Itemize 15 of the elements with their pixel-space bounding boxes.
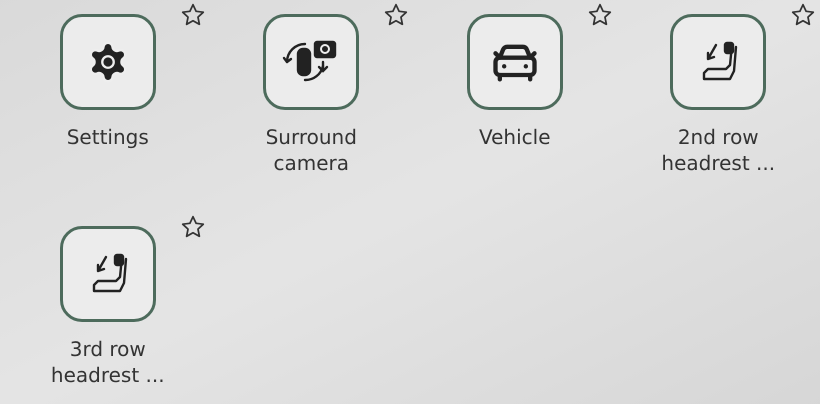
star-icon[interactable] (383, 2, 410, 28)
app-tile-button[interactable] (263, 14, 360, 110)
app-tile-button[interactable] (60, 226, 156, 322)
star-icon[interactable] (180, 2, 206, 28)
tile-label: 2nd row headrest ... (660, 124, 776, 176)
star-icon[interactable] (586, 2, 613, 28)
app-tile-button[interactable] (60, 14, 156, 110)
app-tile-button[interactable] (466, 14, 563, 110)
app-tile-button[interactable] (670, 14, 766, 110)
tile-label: 3rd row headrest ... (50, 336, 166, 388)
tile-label: Settings (66, 124, 150, 150)
star-icon[interactable] (790, 2, 816, 28)
tile-label: Surround camera (264, 124, 358, 176)
tile-label: Vehicle (478, 124, 552, 150)
star-icon[interactable] (180, 214, 206, 240)
